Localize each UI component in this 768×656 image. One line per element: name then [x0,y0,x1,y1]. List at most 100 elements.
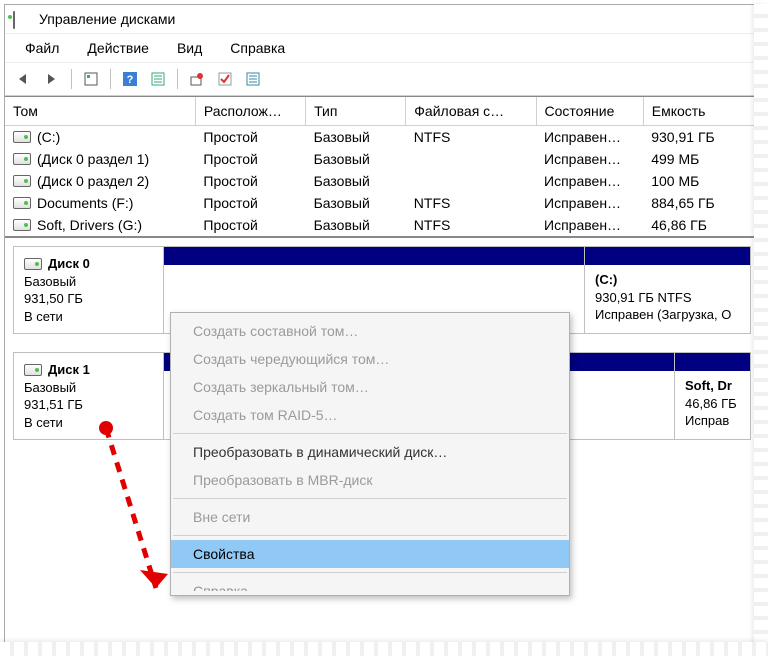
volume-layout: Простой [195,214,305,236]
help-button[interactable]: ? [117,67,143,91]
volume-fs: NTFS [406,214,536,236]
volume-icon [13,153,31,165]
partition-body [164,265,584,277]
volume-name: (Диск 0 раздел 1) [37,151,149,167]
volume-icon [13,131,31,143]
volume-capacity: 46,86 ГБ [643,214,758,236]
volume-layout: Простой [195,148,305,170]
disk-status: В сети [24,308,153,326]
partition-bar [675,353,750,371]
settings-button[interactable] [184,67,210,91]
volume-name: Documents (F:) [37,195,133,211]
volume-icon [13,175,31,187]
context-menu-item[interactable]: Свойства [171,540,569,568]
volume-type: Базовый [306,170,406,192]
context-menu-item[interactable]: Преобразовать в динамический диск… [171,438,569,466]
table-row[interactable]: (Диск 0 раздел 2) ПростойБазовый Исправен…… [5,170,759,192]
volume-layout: Простой [195,192,305,214]
menu-action[interactable]: Действие [73,36,163,60]
context-menu-item[interactable]: Справка [171,577,569,591]
app-icon [13,12,31,26]
col-fs[interactable]: Файловая с… [406,97,536,126]
volume-status: Исправен… [536,192,643,214]
volume-fs: NTFS [406,126,536,149]
col-volume[interactable]: Том [5,97,195,126]
toolbar-separator [110,69,111,89]
volume-layout: Простой [195,170,305,192]
disk-status: В сети [24,414,153,432]
volume-fs: NTFS [406,192,536,214]
col-status[interactable]: Состояние [536,97,643,126]
context-menu-item: Создать составной том… [171,317,569,345]
volume-status: Исправен… [536,170,643,192]
table-row[interactable]: Documents (F:) ПростойБазовыйNTFSИсправен… [5,192,759,214]
partition-bar [585,247,750,265]
disk-label: Диск 0 [48,255,90,273]
partition-size: 930,91 ГБ NTFS [595,289,740,307]
torn-edge [754,4,768,656]
titlebar: Управление дисками [5,5,759,33]
disk-size: 931,51 ГБ [24,396,153,414]
disk-type: Базовый [24,273,153,291]
col-capacity[interactable]: Емкость [643,97,758,126]
partition[interactable]: (C:)930,91 ГБ NTFSИсправен (Загрузка, О [584,247,750,333]
list-button[interactable] [240,67,266,91]
table-row[interactable]: (Диск 0 раздел 1) ПростойБазовый Исправен…… [5,148,759,170]
partition-bar [164,247,584,265]
partition-name: Soft, Dr [685,377,740,395]
disk-head[interactable]: Диск 0Базовый931,50 ГБВ сети [14,247,164,333]
menu-file[interactable]: Файл [11,36,73,60]
context-menu-item: Создать чередующийся том… [171,345,569,373]
volume-name: Soft, Drivers (G:) [37,217,142,233]
table-row[interactable]: (C:) ПростойБазовыйNTFSИсправен…930,91 ГБ [5,126,759,149]
disk-size: 931,50 ГБ [24,290,153,308]
context-menu-separator [173,572,567,573]
partition[interactable]: Soft, Dr46,86 ГБИсправ [674,353,750,439]
volume-type: Базовый [306,148,406,170]
context-menu-item: Преобразовать в MBR-диск [171,466,569,494]
volume-capacity: 884,65 ГБ [643,192,758,214]
menu-help[interactable]: Справка [216,36,299,60]
volume-capacity: 100 МБ [643,170,758,192]
volume-name: (Диск 0 раздел 2) [37,173,149,189]
partition-status: Исправ [685,412,740,430]
col-layout[interactable]: Располож… [195,97,305,126]
context-menu-separator [173,498,567,499]
volume-capacity: 930,91 ГБ [643,126,758,149]
volume-type: Базовый [306,214,406,236]
context-menu-separator [173,433,567,434]
volume-status: Исправен… [536,148,643,170]
volume-layout: Простой [195,126,305,149]
back-button[interactable] [11,67,37,91]
menu-view[interactable]: Вид [163,36,216,60]
svg-text:?: ? [127,74,134,86]
col-type[interactable]: Тип [306,97,406,126]
context-menu: Создать составной том…Создать чередующий… [170,312,570,596]
check-button[interactable] [212,67,238,91]
volume-table: Том Располож… Тип Файловая с… Состояние … [5,96,759,236]
context-menu-item: Вне сети [171,503,569,531]
volume-capacity: 499 МБ [643,148,758,170]
volume-icon [13,219,31,231]
disk-head[interactable]: Диск 1Базовый931,51 ГБВ сети [14,353,164,439]
toolbar-separator [177,69,178,89]
forward-button[interactable] [39,67,65,91]
torn-edge [0,642,768,656]
disk-label: Диск 1 [48,361,90,379]
volume-name: (C:) [37,129,60,145]
view-button[interactable] [145,67,171,91]
refresh-button[interactable] [78,67,104,91]
volume-icon [13,197,31,209]
disk-type: Базовый [24,379,153,397]
partition-status: Исправен (Загрузка, О [595,306,740,324]
context-menu-separator [173,535,567,536]
context-menu-item: Создать том RAID-5… [171,401,569,429]
disk-icon [24,364,42,376]
volume-status: Исправен… [536,126,643,149]
table-row[interactable]: Soft, Drivers (G:)ПростойБазовыйNTFSИспр… [5,214,759,236]
volume-type: Базовый [306,126,406,149]
volume-type: Базовый [306,192,406,214]
partition-size: 46,86 ГБ [685,395,740,413]
menubar: Файл Действие Вид Справка [5,33,759,63]
disk-icon [24,258,42,270]
